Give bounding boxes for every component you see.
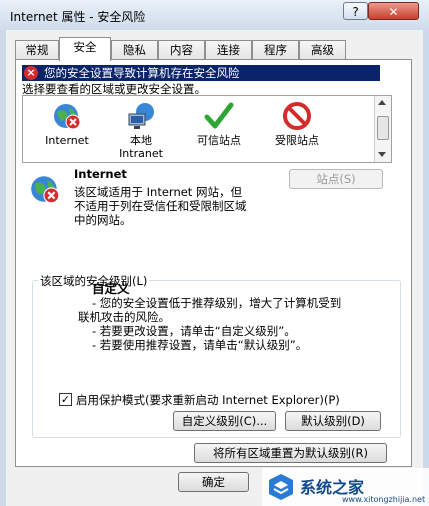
protected-mode-checkbox[interactable]: ✓ [59, 393, 72, 406]
watermark: 系统之家 www.xitongzhijia.net [262, 468, 429, 506]
window-title: Internet 属性 - 安全风险 [10, 10, 146, 24]
zone-list-scrollbar[interactable] [374, 96, 391, 162]
zone-list: Internet 本地 Intranet 可信站点 受限站点 [22, 95, 392, 163]
warning-text: 您的安全设置导致计算机存在安全风险 [44, 66, 240, 80]
zone-label: 本地 Intranet [119, 134, 163, 160]
globe-icon [54, 104, 81, 130]
zone-label: 受限站点 [275, 134, 319, 147]
tab-advanced[interactable]: 高级 [299, 40, 346, 60]
zone-label: Internet [45, 134, 89, 147]
zone-local-intranet[interactable]: 本地 Intranet [103, 100, 179, 160]
selected-zone-name: Internet [74, 167, 127, 181]
protected-mode-label: 启用保护模式(要求重新启动 Internet Explorer)(P) [76, 393, 340, 407]
restricted-icon [283, 102, 311, 130]
title-bar: Internet 属性 - 安全风险 ? ✕ [0, 0, 429, 30]
custom-level-button[interactable]: 自定义级别(C)... [173, 411, 276, 431]
checkmark-icon [204, 102, 234, 129]
zone-label: 可信站点 [197, 134, 241, 147]
zone-trusted-sites[interactable]: 可信站点 [181, 100, 257, 147]
tab-connections[interactable]: 连接 [205, 40, 252, 60]
default-level-button[interactable]: 默认级别(D) [285, 411, 381, 431]
selected-zone-globe-icon [31, 176, 60, 204]
tab-privacy[interactable]: 隐私 [111, 40, 158, 60]
tab-content[interactable]: 内容 [158, 40, 205, 60]
close-button[interactable]: ✕ [368, 2, 419, 20]
scroll-down-icon[interactable] [378, 152, 386, 157]
sites-button[interactable]: 站点(S) [289, 169, 383, 189]
local-intranet-icon [128, 103, 154, 129]
zone-restricted-sites[interactable]: 受限站点 [259, 100, 335, 147]
tab-programs[interactable]: 程序 [252, 40, 299, 60]
warning-shield-icon: × [24, 66, 38, 80]
security-warning-bar: × 您的安全设置导致计算机存在安全风险 [22, 65, 380, 81]
dialog-client-area: 常规 安全 隐私 内容 连接 程序 高级 × 您的安全设置导致计算机存在安全风险… [6, 30, 423, 506]
ok-button[interactable]: 确定 [178, 472, 249, 492]
security-level-line: - 若要使用推荐设置，请单击“默认级别”。 [92, 338, 308, 352]
reset-all-zones-button[interactable]: 将所有区域重置为默认级别(R) [194, 443, 387, 463]
help-button[interactable]: ? [343, 2, 368, 20]
zone-description-line: 中的网站。 [74, 213, 132, 227]
watermark-logo-icon [269, 474, 293, 500]
watermark-url: www.xitongzhijia.net [342, 495, 426, 504]
scroll-thumb[interactable] [377, 116, 389, 140]
tab-general[interactable]: 常规 [15, 40, 59, 60]
scroll-up-icon[interactable] [378, 100, 386, 105]
tab-security[interactable]: 安全 [59, 37, 111, 61]
zone-internet[interactable]: Internet [29, 100, 105, 147]
